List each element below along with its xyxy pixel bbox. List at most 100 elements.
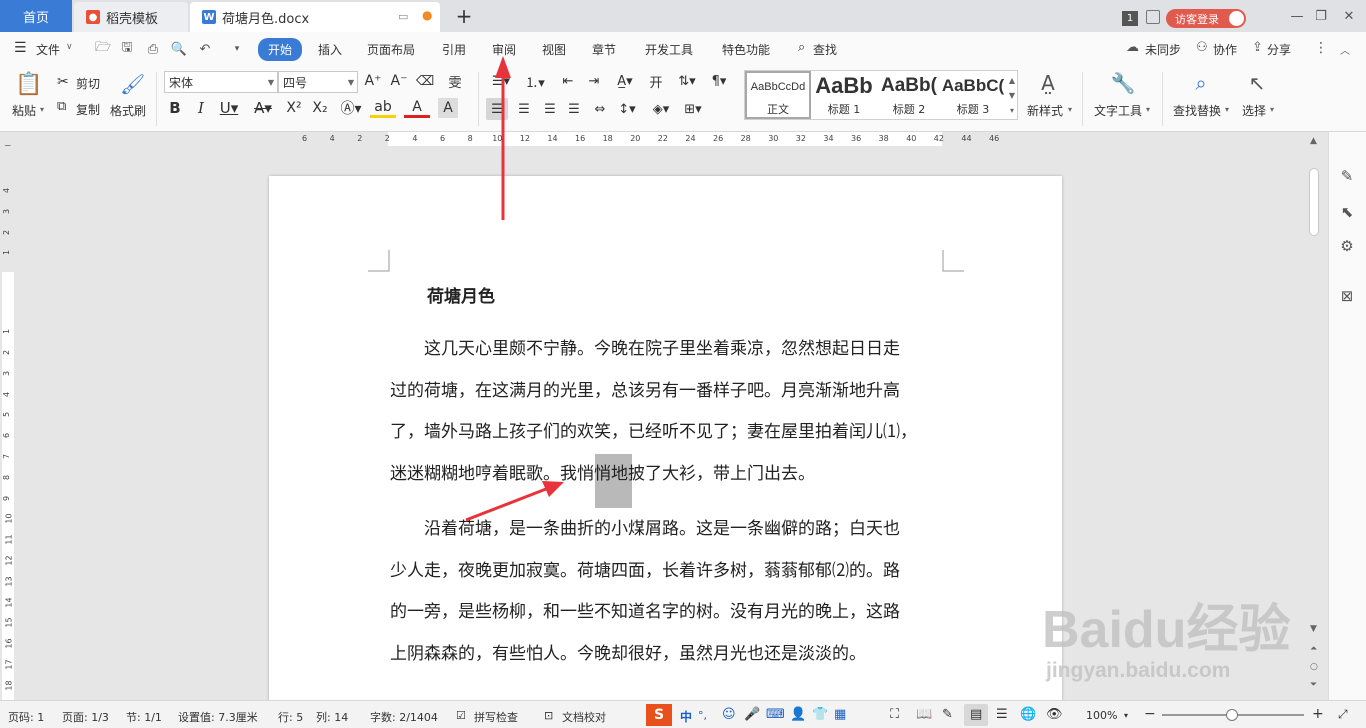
shading-icon[interactable]: ◈▾ — [648, 98, 674, 120]
customize-icon[interactable]: ▾ — [228, 40, 246, 58]
align-center-icon[interactable]: ☰ — [514, 98, 534, 120]
menu-reference[interactable]: 引用 — [442, 41, 466, 58]
sync-status[interactable]: 未同步 — [1145, 41, 1181, 58]
horizontal-ruler[interactable]: 6 4 2 2 4 6 8 10 12 14 16 18 20 22 24 26 28 30 32 34 36 38 40 4… — [268, 132, 1064, 146]
guest-login-button[interactable]: 访客登录 — [1166, 9, 1246, 28]
status-page-number[interactable]: 页码: 1 — [8, 709, 44, 725]
border-icon[interactable]: ⊞▾ — [680, 98, 706, 120]
ime-language[interactable]: 中 — [680, 708, 692, 725]
strikethrough-icon[interactable]: A▾ — [250, 98, 276, 118]
align-right-icon[interactable]: ☰ — [540, 98, 560, 120]
web-view-icon[interactable]: 🌐 — [1020, 707, 1036, 722]
menu-insert[interactable]: 插入 — [318, 41, 342, 58]
clipboard-icon[interactable]: 📋 — [14, 70, 44, 98]
menu-home[interactable]: 开始 — [258, 38, 303, 61]
char-shading-icon[interactable]: A — [438, 98, 458, 118]
align-left-icon[interactable]: ☰ — [486, 98, 508, 120]
styles-scroll-icon[interactable]: ▲ ▼ ▾ — [1007, 73, 1017, 118]
justify-icon[interactable]: ☰ — [564, 98, 584, 120]
keyboard-icon[interactable]: ⌨ — [766, 707, 785, 722]
spellcheck-icon[interactable]: ☑ — [456, 709, 466, 722]
toolbox-icon[interactable]: ▦ — [834, 707, 846, 722]
style-heading-3[interactable]: AaBbC( 标题 3 — [941, 71, 1005, 119]
restore-button[interactable]: ❐ — [1310, 6, 1332, 26]
font-size-select[interactable]: 四号 ▼ — [278, 71, 358, 93]
style-heading-1[interactable]: AaBb 标题 1 — [811, 71, 877, 119]
tab-home[interactable]: 首页 — [0, 0, 72, 32]
next-page-icon[interactable]: ⏷ — [1310, 680, 1317, 690]
italic-icon[interactable]: I — [192, 98, 210, 118]
more-icon[interactable]: ⋮ — [1314, 40, 1328, 56]
find-replace-button[interactable]: 查找替换 — [1173, 102, 1221, 119]
bold-icon[interactable]: B — [166, 98, 184, 118]
chevron-down-icon[interactable]: ▾ — [1068, 105, 1072, 114]
scroll-down-icon[interactable]: ▼ — [1310, 624, 1317, 634]
share-icon[interactable]: ⇪ — [1252, 40, 1263, 55]
wrench-icon[interactable]: 🔧 — [1110, 70, 1136, 96]
scissors-icon[interactable]: ✂ — [57, 74, 69, 90]
superscript-icon[interactable]: X² — [284, 98, 304, 118]
window-count-badge[interactable]: 1 — [1122, 11, 1138, 26]
numbered-list-icon[interactable]: ⒈▾ — [522, 72, 548, 91]
menu-features[interactable]: 特色功能 — [722, 41, 770, 58]
status-section[interactable]: 节: 1/1 — [126, 709, 162, 725]
select-browse-icon[interactable]: ○ — [1310, 662, 1318, 672]
save-icon[interactable]: 🖫 — [118, 40, 136, 58]
format-painter-button[interactable]: 格式刷 — [110, 102, 146, 119]
copy-button[interactable]: 复制 — [76, 101, 100, 118]
status-setting[interactable]: 设置值: 7.3厘米 — [178, 709, 258, 725]
bullet-list-icon[interactable]: ☰▾ — [488, 72, 514, 90]
distribute-icon[interactable]: ⇔ — [590, 98, 610, 120]
scroll-up-icon[interactable]: ▲ — [1310, 136, 1317, 146]
hamburger-icon[interactable]: ☰ — [14, 40, 27, 56]
cursor-icon[interactable]: ↖ — [1246, 70, 1268, 96]
eye-protection-icon[interactable]: 👁 — [1046, 707, 1063, 722]
document-page[interactable]: 荷塘月色 这几天心里颇不宁静。今晚在院子里坐着乘凉，忽然想起日日走 过的荷塘，在… — [269, 176, 1062, 706]
user-icon[interactable]: 👤 — [790, 707, 806, 722]
copy-icon[interactable]: ⧉ — [57, 99, 66, 114]
emoji-icon[interactable]: ☺ — [722, 707, 736, 722]
paste-button[interactable]: 粘贴 — [12, 102, 36, 119]
minimize-button[interactable]: — — [1286, 6, 1308, 26]
font-color-icon[interactable]: A — [404, 98, 430, 118]
tab-document[interactable]: W 荷塘月色.docx ▭ ● — [190, 2, 440, 32]
menu-view[interactable]: 视图 — [542, 41, 566, 58]
grow-font-icon[interactable]: A⁺ — [364, 72, 382, 90]
close-panel-icon[interactable]: ⊠ — [1337, 286, 1357, 306]
increase-indent-icon[interactable]: ⇥ — [584, 72, 604, 90]
paragraph-1[interactable]: 这几天心里颇不宁静。今晚在院子里坐着乘凉，忽然想起日日走 过的荷塘，在这满月的光… — [390, 329, 950, 495]
shrink-font-icon[interactable]: A⁻ — [390, 72, 408, 90]
edit-mode-icon[interactable]: ✎ — [942, 707, 953, 722]
prev-page-icon[interactable]: ⏶ — [1310, 644, 1317, 654]
select-button[interactable]: 选择 — [1242, 102, 1266, 119]
collapse-ribbon-icon[interactable]: ︿ — [1340, 42, 1350, 57]
paragraph-2[interactable]: 沿着荷塘，是一条曲折的小煤屑路。这是一条幽僻的路；白天也 少人走，夜晚更加寂寞。… — [390, 509, 950, 675]
chevron-down-icon[interactable]: ▾ — [1225, 105, 1229, 114]
share-button[interactable]: 分享 — [1267, 41, 1291, 58]
cloud-icon[interactable]: ☁ — [1126, 40, 1139, 55]
chevron-down-icon[interactable]: ▾ — [1146, 105, 1150, 114]
scrollbar-thumb[interactable] — [1309, 168, 1319, 236]
show-marks-icon[interactable]: ¶▾ — [706, 72, 732, 90]
menu-review[interactable]: 审阅 — [492, 41, 516, 58]
chevron-down-icon[interactable]: ▾ — [1124, 711, 1128, 720]
status-row[interactable]: 行: 5 — [278, 709, 303, 725]
tab-template[interactable]: ● 稻壳模板 — [74, 2, 188, 32]
proofread-icon[interactable]: ⊡ — [544, 709, 553, 722]
vertical-ruler[interactable]: 43211234567891011121314151617181920 — [0, 146, 16, 728]
new-style-button[interactable]: 新样式 — [1027, 102, 1063, 119]
collab-button[interactable]: 协作 — [1213, 41, 1237, 58]
fullscreen-icon[interactable]: ⛶ — [890, 707, 899, 722]
zoom-slider-thumb[interactable] — [1226, 709, 1238, 721]
menu-page-layout[interactable]: 页面布局 — [367, 41, 415, 58]
collab-icon[interactable]: ⚇ — [1196, 40, 1208, 55]
subscript-icon[interactable]: X₂ — [310, 98, 330, 118]
font-name-select[interactable]: 宋体 ▼ — [164, 71, 278, 93]
sort-icon[interactable]: ⇅▾ — [674, 72, 700, 90]
status-col[interactable]: 列: 14 — [316, 709, 348, 725]
chinese-layout-icon[interactable]: 开 — [646, 72, 666, 91]
decrease-indent-icon[interactable]: ⇤ — [558, 72, 578, 90]
line-spacing-icon[interactable]: ↕▾ — [614, 98, 640, 120]
select-pointer-icon[interactable]: ⬉ — [1337, 202, 1357, 222]
menu-file[interactable]: 文件 — [36, 41, 60, 58]
